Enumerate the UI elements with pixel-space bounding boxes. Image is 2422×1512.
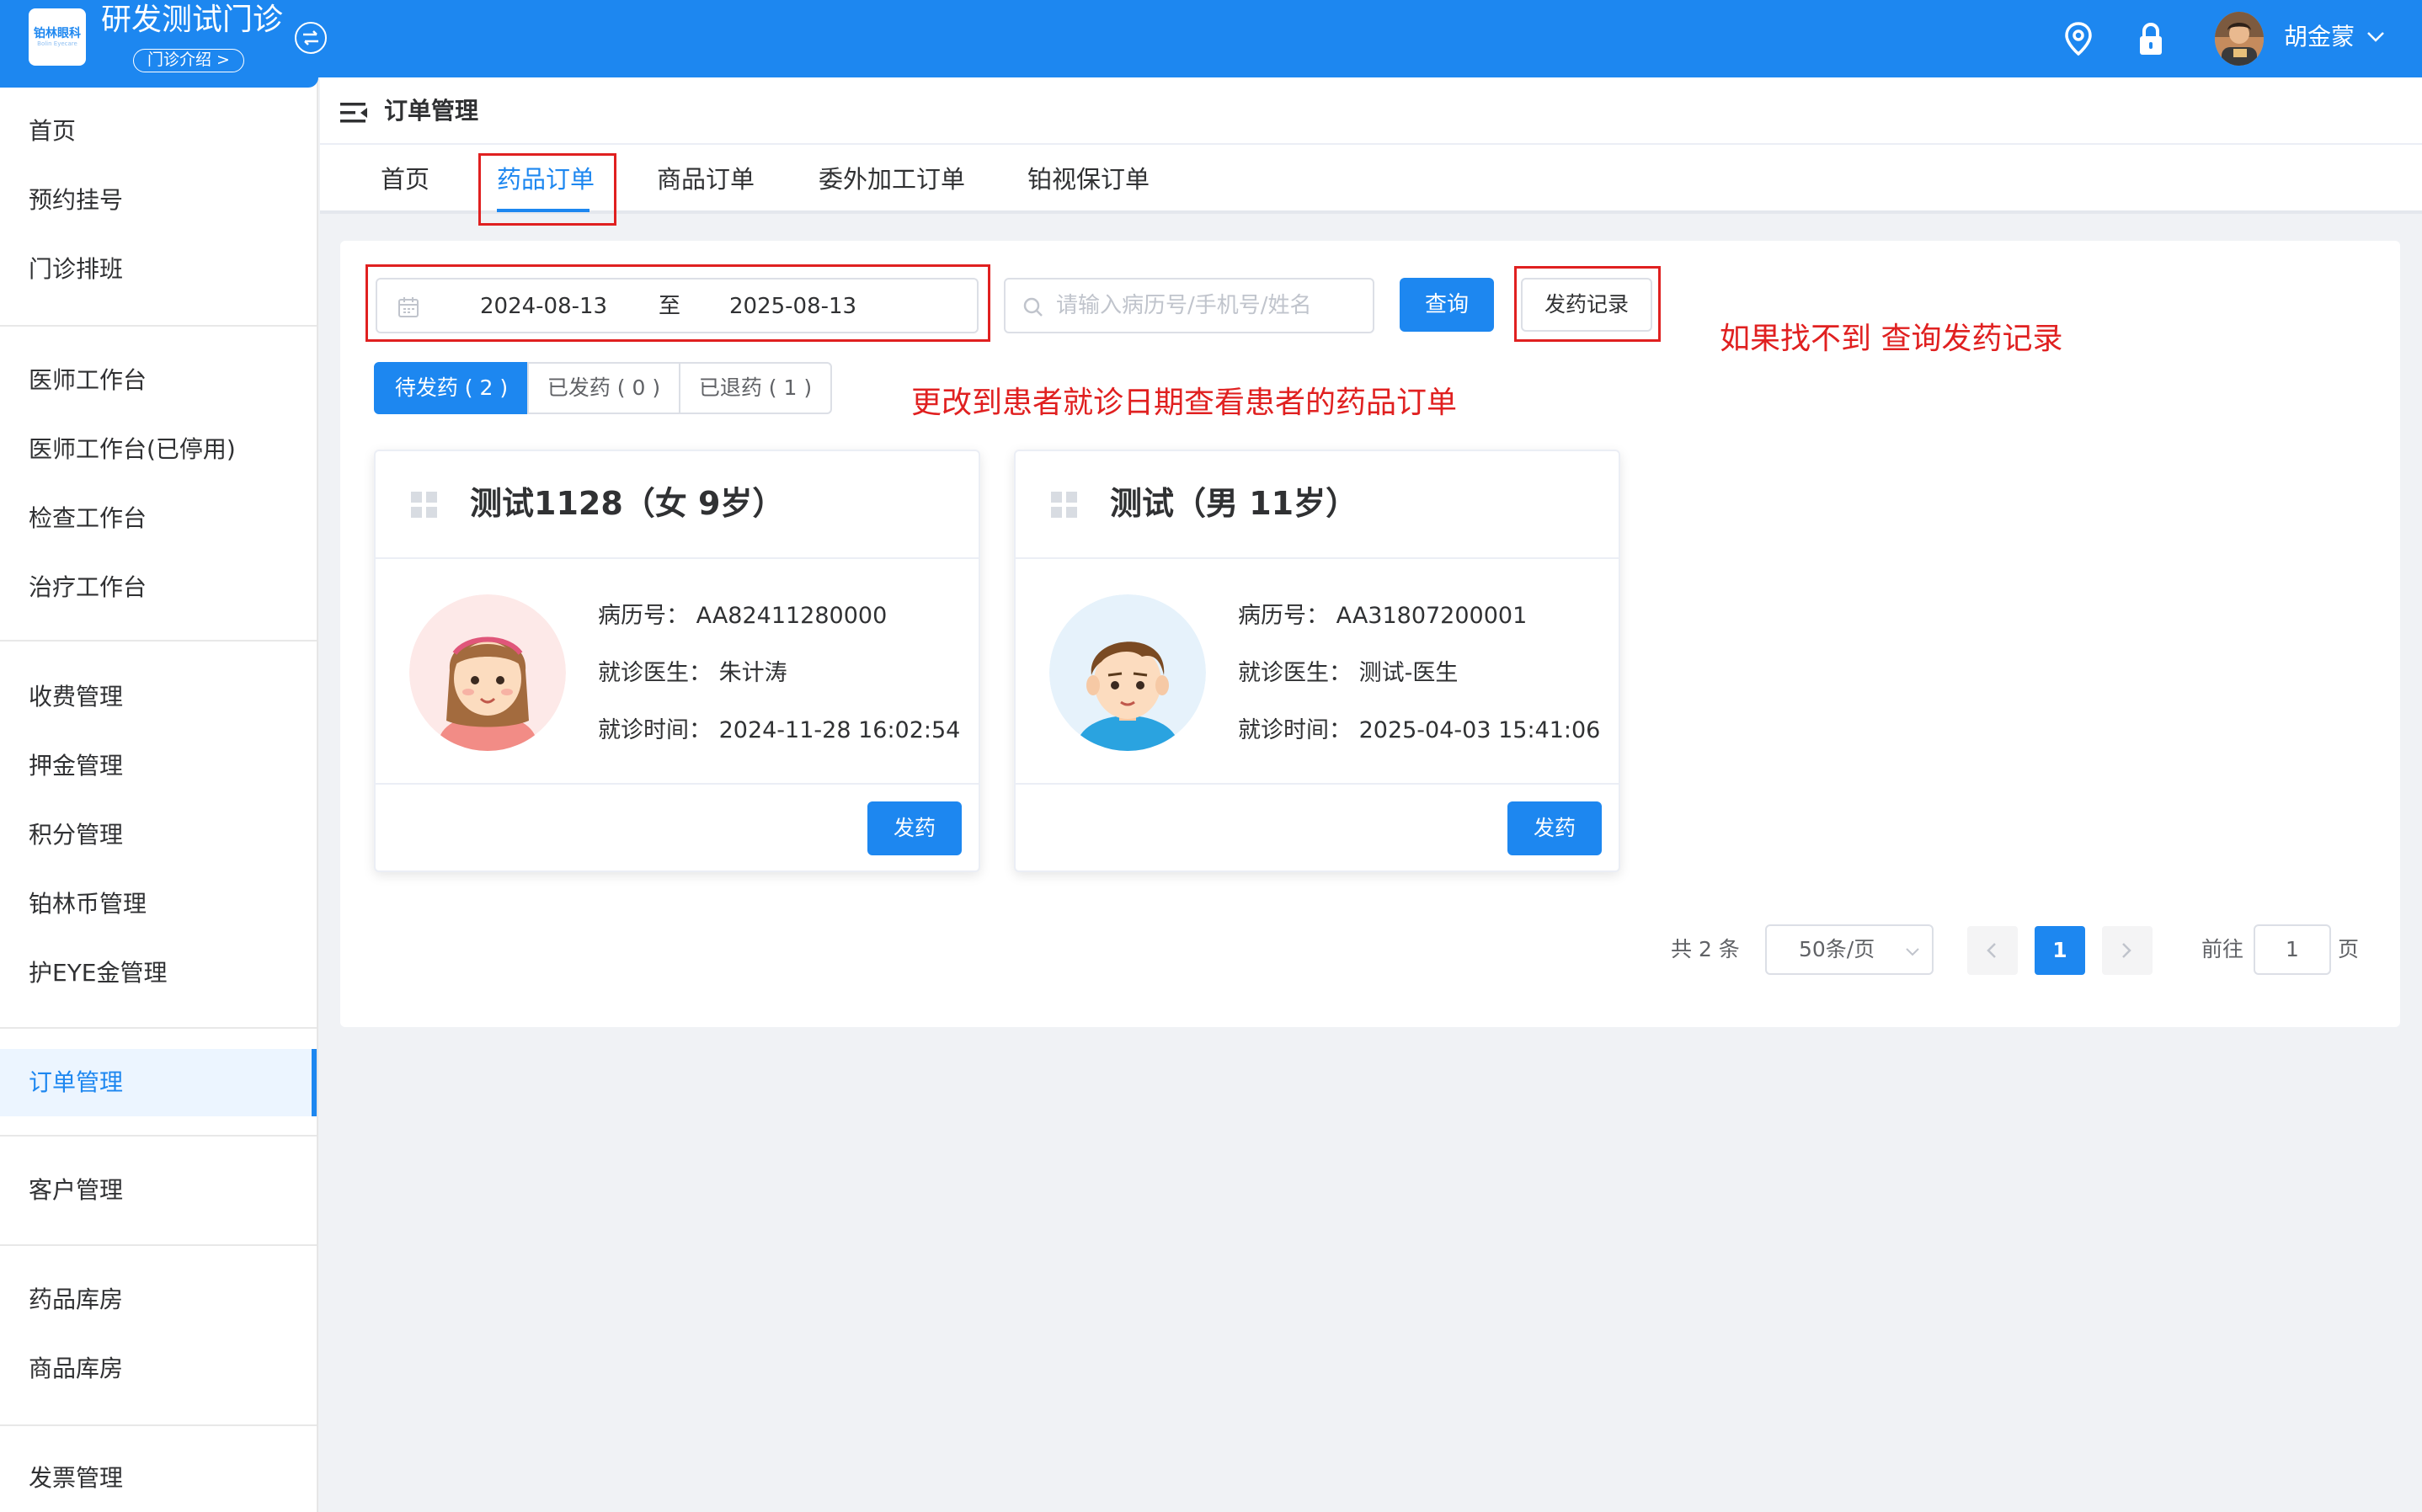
sidebar-divider [0, 1244, 317, 1246]
time-label: 就诊时间： [1238, 717, 1352, 743]
visit-time-line: 就诊时间： 2025-04-03 15:41:06 [1238, 714, 1600, 748]
doctor-label: 就诊医生： [1238, 660, 1352, 686]
annotation-date-hint: 更改到患者就诊日期查看患者的药品订单 [911, 386, 1458, 420]
goto-label: 前往 [2201, 937, 2244, 961]
sidebar-item-billing[interactable]: 收费管理 [0, 663, 317, 731]
chevron-down-icon[interactable] [2366, 30, 2385, 46]
card-header: 测试1128（女 9岁） [376, 451, 979, 559]
card-divider [1016, 783, 1619, 785]
prev-page-button[interactable] [1967, 926, 2018, 975]
switch-icon[interactable] [295, 22, 327, 54]
sidebar-item-home[interactable]: 首页 [0, 98, 317, 165]
pagination-total: 共 2 条 [1671, 937, 1740, 961]
sidebar-item-goods-warehouse[interactable]: 商品库房 [0, 1335, 317, 1403]
dispense-button[interactable]: 发药 [1507, 801, 1602, 855]
logo-subtext: Bolin Eyecare [37, 40, 77, 47]
time-label: 就诊时间： [598, 717, 712, 743]
annotation-box-drug-tab [478, 153, 616, 226]
patient-card: 测试（男 11岁） 病历号： AA31807200001 就诊医生： 测试-医生… [1014, 450, 1620, 872]
sidebar-item-treatment-workbench[interactable]: 治疗工作台 [0, 554, 317, 621]
lock-icon[interactable] [2136, 22, 2166, 61]
sidebar-item-doctor-workbench[interactable]: 医师工作台 [0, 347, 317, 414]
grid-icon [411, 492, 438, 522]
patient-name: 测试1128（女 9岁） [470, 485, 785, 522]
search-icon [1022, 296, 1044, 322]
status-tab-dispensed[interactable]: 已发药 ( 0 ) [527, 362, 680, 414]
doctor-name: 测试-医生 [1358, 660, 1459, 686]
status-tab-pending[interactable]: 待发药 ( 2 ) [374, 362, 529, 414]
record-number-line: 病历号： AA31807200001 [1238, 599, 1527, 633]
sidebar-item-orders[interactable]: 订单管理 [0, 1049, 317, 1116]
record-number: AA82411280000 [696, 603, 888, 629]
search-input[interactable] [1056, 288, 1359, 323]
sidebar-item-appointment[interactable]: 预约挂号 [0, 167, 317, 234]
sidebar-item-exam-workbench[interactable]: 检查工作台 [0, 485, 317, 552]
doctor-line: 就诊医生： 测试-医生 [1238, 657, 1458, 690]
logo-text: 铂林眼科 [34, 26, 81, 40]
content-topbar: 订单管理 [320, 77, 2422, 145]
record-number: AA31807200001 [1336, 603, 1528, 629]
doctor-line: 就诊医生： 朱计涛 [598, 657, 787, 690]
card-header: 测试（男 11岁） [1016, 451, 1619, 559]
annotation-box-record [1514, 266, 1661, 342]
next-page-button[interactable] [2102, 926, 2153, 975]
patient-card: 测试1128（女 9岁） 病历号： AA82411280000 就诊医生： 朱计… [374, 450, 980, 872]
query-button[interactable]: 查询 [1400, 278, 1494, 332]
sidebar-divider [0, 640, 317, 642]
record-number-line: 病历号： AA82411280000 [598, 599, 887, 633]
patient-name: 测试（男 11岁） [1110, 485, 1358, 522]
user-avatar[interactable] [2215, 12, 2264, 66]
status-tab-returned[interactable]: 已退药 ( 1 ) [679, 362, 832, 414]
chevron-down-icon[interactable] [1905, 945, 1920, 961]
card-divider [376, 783, 979, 785]
grid-icon [1051, 492, 1078, 522]
sidebar-item-doctor-workbench-disabled[interactable]: 医师工作台(已停用) [0, 416, 317, 483]
location-icon[interactable] [2063, 21, 2094, 60]
sidebar-header-edge [0, 77, 318, 88]
clinic-intro-link[interactable]: 门诊介绍 > [133, 49, 244, 72]
sidebar-item-customers[interactable]: 客户管理 [0, 1157, 317, 1224]
top-header: 铂林眼科 Bolin Eyecare 研发测试门诊 门诊介绍 > 胡金蒙 [0, 0, 2422, 77]
sidebar-divider [0, 325, 317, 327]
boy-avatar [1049, 594, 1206, 751]
clinic-name: 研发测试门诊 [101, 3, 284, 37]
sidebar-item-deposit[interactable]: 押金管理 [0, 732, 317, 800]
tab-goods-orders[interactable]: 商品订单 [657, 145, 755, 214]
order-tabs: 首页 药品订单 商品订单 委外加工订单 铂视保订单 [320, 145, 2422, 214]
sidebar-item-points[interactable]: 积分管理 [0, 801, 317, 869]
sidebar-item-hueye-fund[interactable]: 护EYE金管理 [0, 940, 317, 1007]
user-name[interactable]: 胡金蒙 [2284, 22, 2355, 52]
record-label: 病历号： [1238, 603, 1329, 629]
visit-time: 2024-11-28 16:02:54 [718, 717, 961, 743]
sidebar-item-bolin-coin[interactable]: 铂林币管理 [0, 870, 317, 938]
dispense-button[interactable]: 发药 [867, 801, 962, 855]
doctor-label: 就诊医生： [598, 660, 712, 686]
girl-avatar [409, 594, 566, 751]
sidebar-item-invoices[interactable]: 发票管理 [0, 1445, 317, 1512]
record-label: 病历号： [598, 603, 689, 629]
current-page-button[interactable]: 1 [2035, 926, 2085, 975]
sidebar-divider [0, 1027, 317, 1029]
page-title: 订单管理 [384, 97, 479, 125]
tab-outsourced-orders[interactable]: 委外加工订单 [819, 145, 965, 214]
visit-time: 2025-04-03 15:41:06 [1358, 717, 1601, 743]
visit-time-line: 就诊时间： 2024-11-28 16:02:54 [598, 714, 960, 748]
tab-bolin-care-orders[interactable]: 铂视保订单 [1027, 145, 1150, 214]
annotation-box-date [365, 264, 990, 342]
sidebar-item-schedule[interactable]: 门诊排班 [0, 236, 317, 303]
page-suffix: 页 [2338, 937, 2360, 961]
goto-page-input[interactable]: 1 [2254, 924, 2331, 975]
sidebar-divider [0, 1424, 317, 1426]
tab-home[interactable]: 首页 [381, 145, 429, 214]
menu-collapse-icon[interactable] [340, 101, 369, 128]
doctor-name: 朱计涛 [718, 660, 787, 686]
sidebar-divider [0, 1135, 317, 1137]
annotation-record-hint: 如果找不到 查询发药记录 [1720, 322, 2063, 356]
sidebar-item-drug-warehouse[interactable]: 药品库房 [0, 1266, 317, 1334]
clinic-logo: 铂林眼科 Bolin Eyecare [29, 8, 86, 66]
search-field[interactable] [1004, 278, 1374, 333]
